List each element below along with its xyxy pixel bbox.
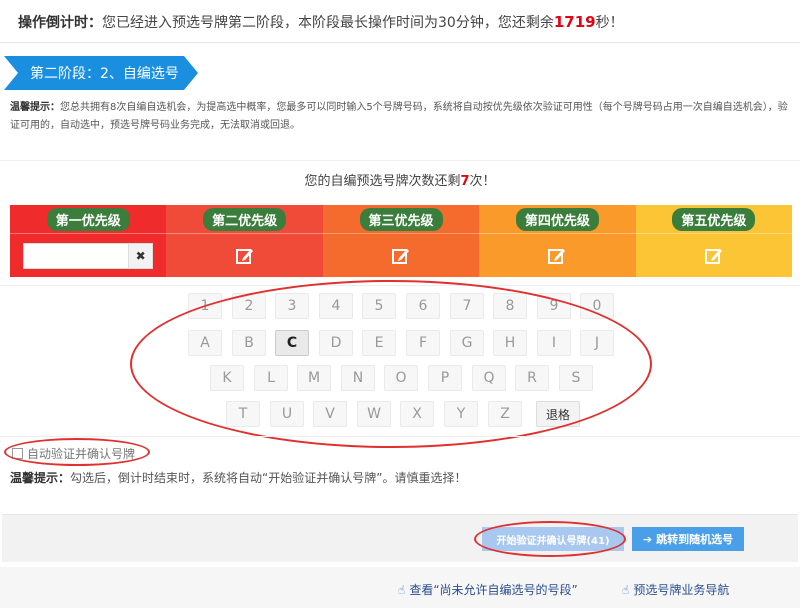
- remaining-count-text: 您的自编预选号牌次数还剩7次！: [0, 170, 800, 189]
- remaining-count: 7: [460, 174, 470, 189]
- annotation-ellipse: [4, 438, 150, 466]
- remaining-after: 次！: [469, 174, 496, 189]
- view-segments-label: 查看“尚未允许自编选号的号段”: [409, 583, 578, 597]
- divider: [0, 160, 800, 161]
- random-select-label: 跳转到随机选号: [656, 533, 734, 546]
- divider: [0, 436, 800, 437]
- priority-label-3: 第三优先级: [359, 207, 443, 231]
- countdown-label: 操作倒计时：: [18, 15, 102, 31]
- notice-tip: 温馨提示：您总共拥有8次自编自选机会，为提高选中概率，您最多可以同时输入5个号牌…: [10, 99, 792, 135]
- thumbs-up-icon: ☝: [398, 582, 406, 597]
- priority-column-3: 第三优先级: [322, 205, 480, 277]
- priority-column-5: 第五优先级: [635, 205, 793, 277]
- remaining-before: 您的自编预选号牌次数还剩: [304, 174, 461, 189]
- view-segments-link[interactable]: ☝ 查看“尚未允许自编选号的号段”: [398, 581, 578, 598]
- priority-label-4: 第四优先级: [515, 207, 599, 231]
- priority-1-input[interactable]: [23, 242, 130, 269]
- edit-icon[interactable]: [235, 246, 255, 266]
- tip-text: 勾选后，倒计时结束时，系统将自动“开始验证并确认号牌”。请慎重选择！: [70, 471, 467, 485]
- random-select-button[interactable]: ➔ 跳转到随机选号: [632, 527, 744, 551]
- countdown-seconds: 1719: [553, 13, 596, 31]
- business-guide-link[interactable]: ☝ 预选号牌业务导航: [622, 581, 729, 598]
- business-guide-label: 预选号牌业务导航: [633, 583, 730, 597]
- priority-label-5: 第五优先级: [672, 207, 756, 231]
- countdown-suffix: 秒！: [595, 15, 624, 31]
- edit-icon[interactable]: [704, 246, 724, 266]
- tip-label: 温馨提示：: [10, 471, 71, 485]
- priority-label-1: 第一优先级: [46, 207, 130, 231]
- annotation-ellipse: [130, 280, 652, 448]
- edit-icon[interactable]: [547, 246, 567, 266]
- countdown-text: 您已经进入预选号牌第二阶段，本阶段最长操作时间为30分钟，您还剩余: [102, 15, 554, 31]
- countdown-bar: 操作倒计时：您已经进入预选号牌第二阶段，本阶段最长操作时间为30分钟，您还剩余1…: [18, 12, 624, 32]
- priority-label-2: 第二优先级: [203, 207, 287, 231]
- stage-banner: 第二阶段：2、自编选号: [4, 56, 198, 90]
- divider: [0, 42, 800, 43]
- arrow-right-icon: ➔: [642, 532, 653, 546]
- annotation-ellipse: [474, 521, 626, 557]
- clear-button[interactable]: ✖: [129, 242, 154, 269]
- priority-column-4: 第四优先级: [479, 205, 636, 277]
- priority-column-1: 第一优先级 ✖: [10, 205, 167, 277]
- tip-text: 您总共拥有8次自编自选机会，为提高选中概率，您最多可以同时输入5个号牌号码，系统…: [10, 102, 788, 131]
- priority-column-2: 第二优先级: [166, 205, 323, 277]
- auto-verify-tip: 温馨提示：勾选后，倒计时结束时，系统将自动“开始验证并确认号牌”。请慎重选择！: [10, 469, 466, 486]
- thumbs-up-icon: ☝: [622, 582, 630, 597]
- edit-icon[interactable]: [391, 246, 411, 266]
- tip-label: 温馨提示：: [10, 102, 60, 113]
- priority-table: 第一优先级 ✖ 第二优先级 第三优先级 第四优先级 第五优先级: [10, 205, 793, 277]
